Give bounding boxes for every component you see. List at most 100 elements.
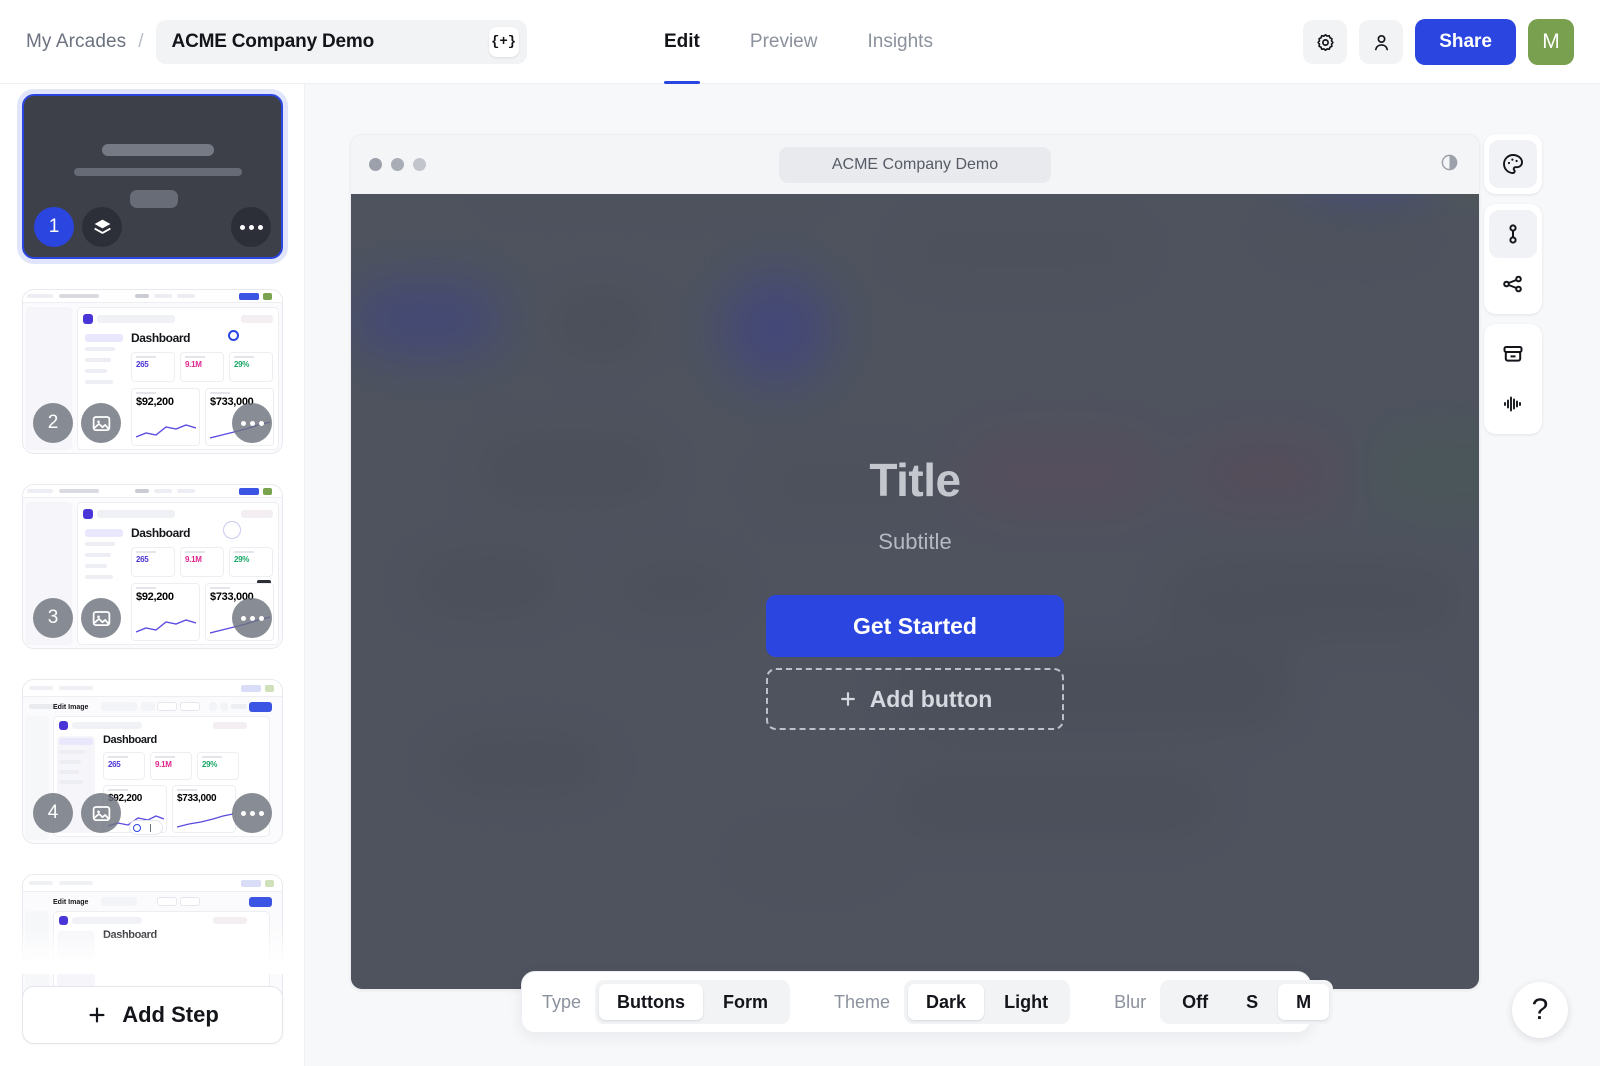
right-toolbar-group-1 bbox=[1484, 134, 1542, 194]
top-bar-actions: Share M bbox=[1303, 0, 1574, 84]
archive-box-icon bbox=[1503, 346, 1523, 362]
step-badges-2: 2 bbox=[33, 403, 121, 443]
type-segmented-control: Buttons Form bbox=[595, 980, 791, 1024]
blur-option-off[interactable]: Off bbox=[1164, 984, 1226, 1020]
window-title-chip[interactable]: ACME Company Demo bbox=[779, 146, 1051, 183]
traffic-lights bbox=[369, 158, 426, 171]
traffic-light-minimize bbox=[391, 158, 404, 171]
hero-canvas: Title Subtitle Get Started Add button bbox=[351, 194, 1479, 989]
breadcrumb-separator: / bbox=[138, 30, 144, 52]
step-badges-1: 1 bbox=[34, 207, 122, 247]
audio-wave-button[interactable] bbox=[1489, 380, 1537, 428]
more-icon bbox=[240, 810, 264, 816]
skeleton-button bbox=[130, 190, 178, 208]
type-label: Type bbox=[542, 991, 582, 1012]
blur-label: Blur bbox=[1114, 991, 1147, 1012]
type-option-buttons[interactable]: Buttons bbox=[599, 984, 704, 1020]
step-thumbnail-3[interactable]: Dashboard 265 9.1M 29% $92,200 $733,000 … bbox=[22, 484, 283, 649]
add-step-button[interactable]: Add Step bbox=[22, 986, 283, 1044]
path-node-button[interactable] bbox=[1489, 210, 1537, 258]
steps-sidebar: 1 Dashboard 265 9.1M 29% $92,200 $733,00… bbox=[0, 84, 305, 1066]
step-number-badge[interactable]: 4 bbox=[33, 793, 73, 833]
account-button[interactable] bbox=[1359, 20, 1404, 64]
step-more-button-4[interactable] bbox=[232, 793, 272, 833]
step-number-badge[interactable]: 3 bbox=[33, 598, 73, 638]
path-node-icon bbox=[1509, 224, 1517, 244]
step-badges-4: 4 bbox=[33, 793, 121, 833]
step-thumbnail-2[interactable]: Dashboard 265 9.1M 29% $92,200 $733,000 … bbox=[22, 289, 283, 454]
hero-content: Title Subtitle Get Started Add button bbox=[351, 194, 1479, 989]
type-option-form[interactable]: Form bbox=[705, 984, 786, 1020]
step-thumbnail-1[interactable]: 1 bbox=[22, 94, 283, 259]
page-title: ACME Company Demo bbox=[171, 30, 375, 52]
theme-option-dark[interactable]: Dark bbox=[908, 984, 985, 1020]
step-more-button-2[interactable] bbox=[232, 403, 272, 443]
share-button[interactable]: Share bbox=[1415, 19, 1516, 65]
traffic-light-close bbox=[369, 158, 382, 171]
steps-list[interactable]: 1 Dashboard 265 9.1M 29% $92,200 $733,00… bbox=[0, 84, 304, 1039]
theme-group: Theme Dark Light bbox=[834, 980, 1071, 1024]
palette-icon bbox=[1503, 154, 1523, 174]
theme-option-light[interactable]: Light bbox=[986, 984, 1066, 1020]
step-more-button-1[interactable] bbox=[231, 207, 271, 247]
gear-icon bbox=[1317, 33, 1334, 51]
help-button[interactable]: ? bbox=[1512, 982, 1568, 1038]
plus-icon bbox=[840, 692, 855, 706]
more-icon bbox=[240, 615, 264, 621]
browser-chrome-bar: ACME Company Demo bbox=[351, 135, 1479, 194]
more-icon bbox=[239, 224, 263, 230]
contrast-icon bbox=[1441, 154, 1458, 170]
traffic-light-maximize bbox=[413, 158, 426, 171]
tab-edit[interactable]: Edit bbox=[664, 0, 700, 84]
avatar[interactable]: M bbox=[1528, 19, 1574, 65]
blur-option-s[interactable]: S bbox=[1228, 984, 1276, 1020]
step-badges-3: 3 bbox=[33, 598, 121, 638]
question-mark-icon: ? bbox=[1531, 993, 1549, 1026]
contrast-toggle[interactable] bbox=[1440, 153, 1459, 177]
hero-title[interactable]: Title bbox=[869, 453, 961, 507]
right-toolbar bbox=[1484, 134, 1542, 444]
project-title-field[interactable]: ACME Company Demo {+} bbox=[155, 19, 527, 64]
hero-subtitle[interactable]: Subtitle bbox=[878, 529, 951, 555]
breadcrumb-my-arcades[interactable]: My Arcades bbox=[26, 31, 126, 53]
blur-segmented-control: Off S M bbox=[1160, 980, 1334, 1024]
image-icon[interactable] bbox=[81, 403, 121, 443]
image-icon[interactable] bbox=[81, 598, 121, 638]
editor-canvas-area: ACME Company Demo Title Subtitle Get Sta… bbox=[305, 84, 1600, 1066]
tab-insights[interactable]: Insights bbox=[867, 0, 932, 84]
skeleton-title bbox=[102, 144, 214, 156]
archive-box-button[interactable] bbox=[1489, 330, 1537, 378]
right-toolbar-group-2 bbox=[1484, 204, 1542, 314]
preview-window: ACME Company Demo Title Subtitle Get Sta… bbox=[350, 134, 1480, 990]
variables-icon[interactable]: {+} bbox=[488, 26, 519, 57]
tab-preview[interactable]: Preview bbox=[750, 0, 818, 84]
add-button-label: Add button bbox=[869, 685, 993, 712]
plus-icon bbox=[89, 1007, 105, 1023]
top-bar: My Arcades / ACME Company Demo {+} Edit … bbox=[0, 0, 1600, 84]
layers-icon[interactable] bbox=[82, 207, 122, 247]
step-more-button-3[interactable] bbox=[232, 598, 272, 638]
breadcrumb: My Arcades / ACME Company Demo {+} bbox=[26, 19, 527, 64]
user-icon bbox=[1374, 34, 1388, 50]
skeleton-subtitle bbox=[74, 168, 242, 176]
blur-option-m[interactable]: M bbox=[1278, 984, 1330, 1020]
image-icon[interactable] bbox=[81, 793, 121, 833]
main-tabs: Edit Preview Insights bbox=[664, 0, 933, 84]
blur-group: Blur Off S M bbox=[1114, 980, 1334, 1024]
step-number-badge[interactable]: 2 bbox=[33, 403, 73, 443]
add-step-container: Add Step bbox=[22, 986, 283, 1044]
type-group: Type Buttons Form bbox=[542, 980, 791, 1024]
share-nodes-icon bbox=[1503, 275, 1522, 293]
settings-button[interactable] bbox=[1303, 20, 1348, 64]
share-nodes-button[interactable] bbox=[1489, 260, 1537, 308]
step-number-badge[interactable]: 1 bbox=[34, 207, 74, 247]
palette-button[interactable] bbox=[1489, 140, 1537, 188]
more-icon bbox=[240, 420, 264, 426]
add-button-placeholder[interactable]: Add button bbox=[766, 668, 1064, 730]
audio-wave-icon bbox=[1504, 396, 1521, 412]
get-started-button[interactable]: Get Started bbox=[766, 595, 1064, 657]
step-thumbnail-4[interactable]: Edit Image Dashboard 265 9.1M 29% $92,20… bbox=[22, 679, 283, 844]
add-step-label: Add Step bbox=[122, 1002, 219, 1027]
right-toolbar-group-3 bbox=[1484, 324, 1542, 434]
theme-segmented-control: Dark Light bbox=[904, 980, 1071, 1024]
